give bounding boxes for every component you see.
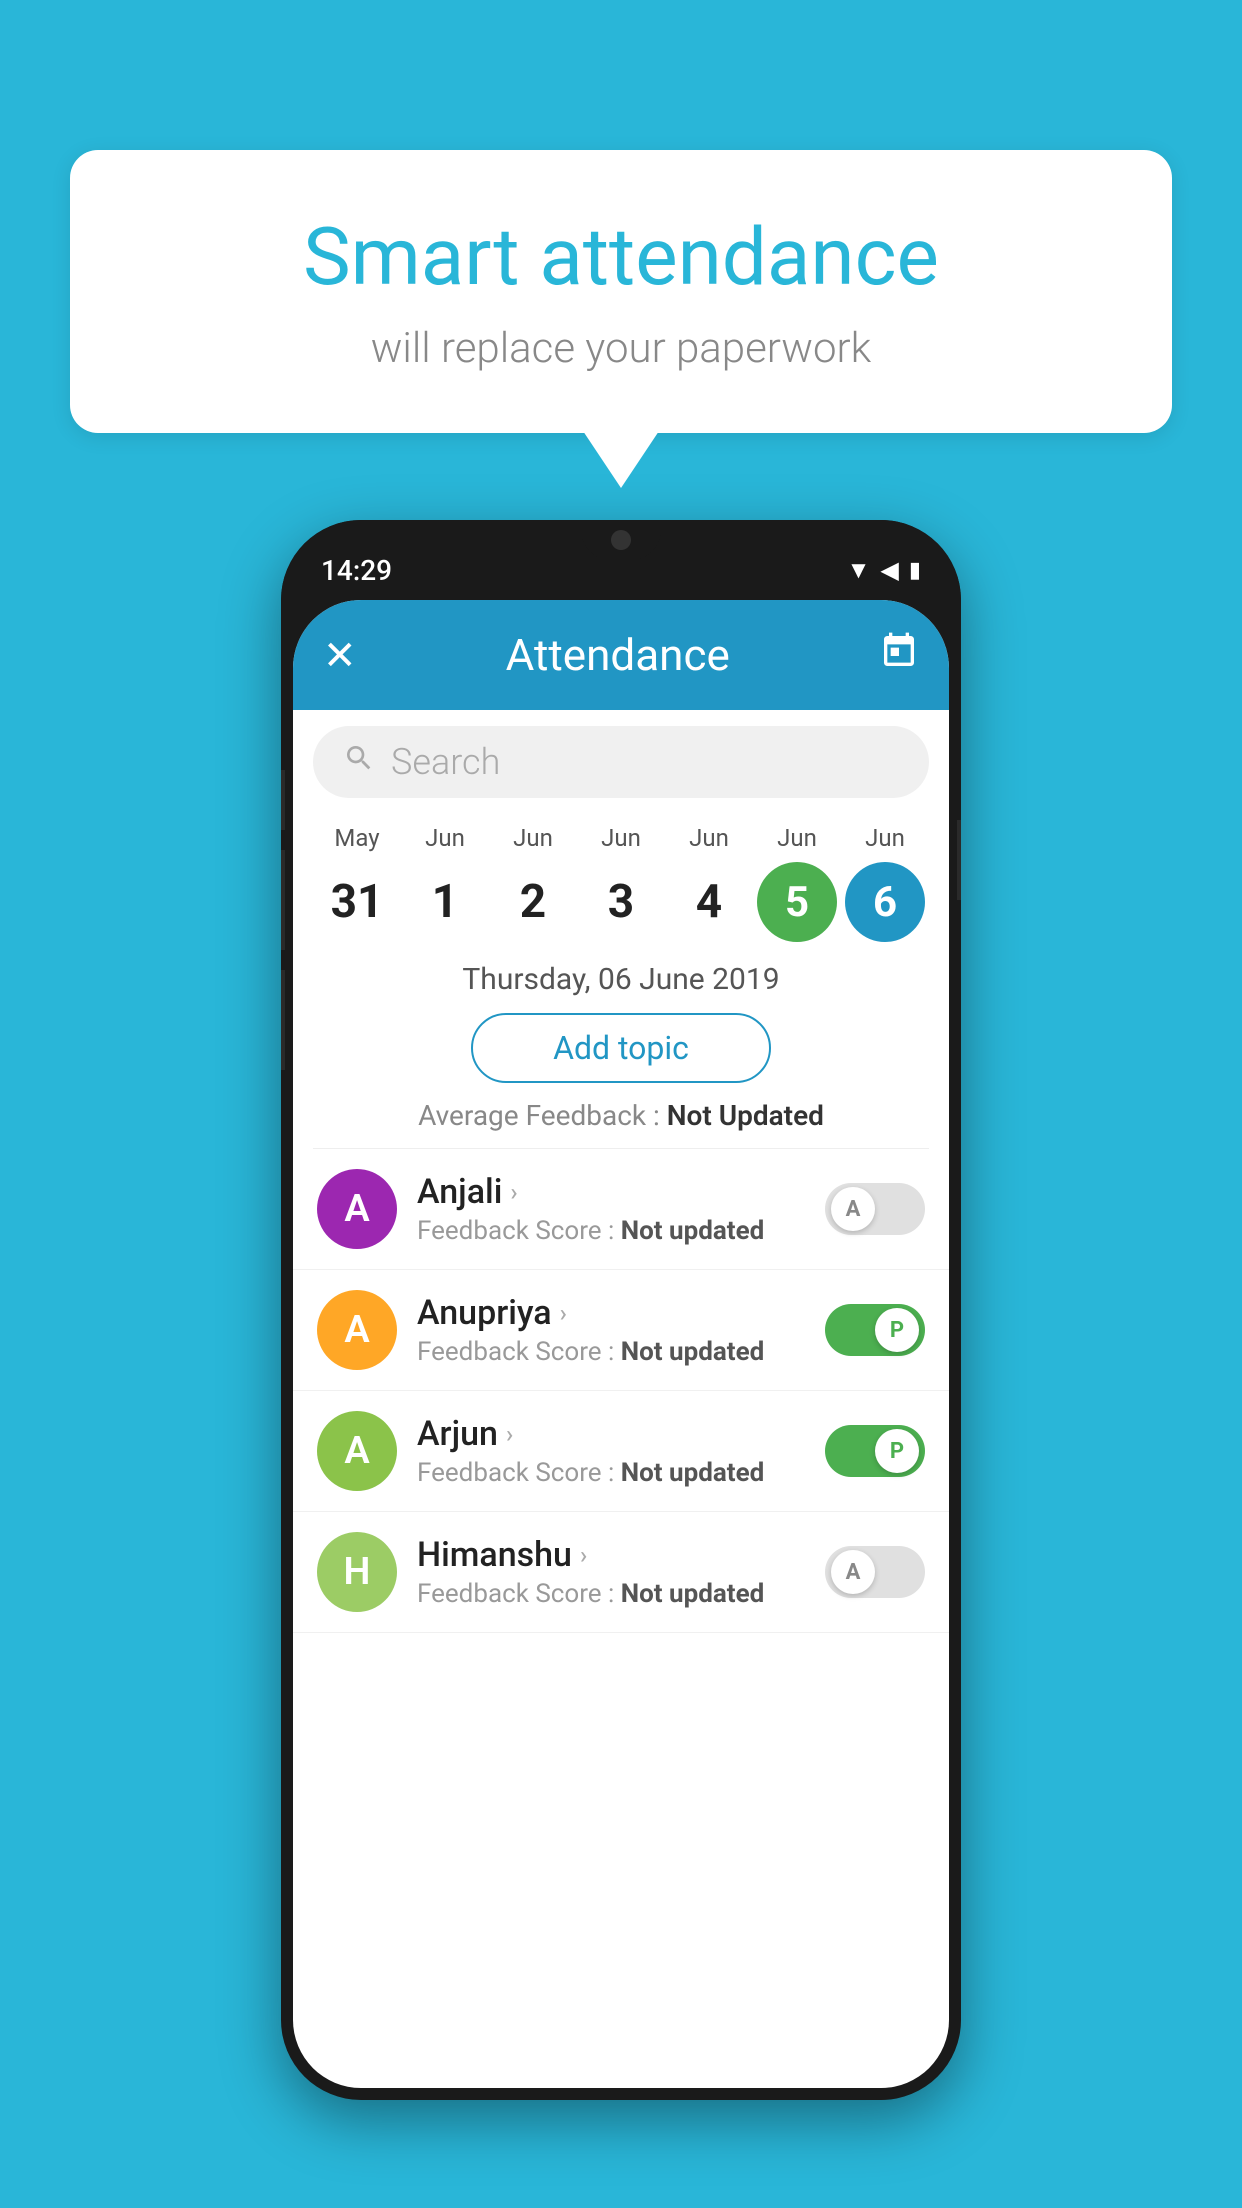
bubble-subtitle: will replace your paperwork bbox=[150, 324, 1092, 373]
student-name-1: Anupriya › bbox=[417, 1293, 805, 1333]
battery-icon: ▮ bbox=[909, 558, 921, 583]
student-item-1[interactable]: A Anupriya › Feedback Score : Not updated P bbox=[293, 1270, 949, 1391]
student-feedback-1: Feedback Score : Not updated bbox=[417, 1337, 805, 1367]
chevron-icon: › bbox=[580, 1541, 587, 1569]
student-avatar-0: A bbox=[317, 1169, 397, 1249]
speech-bubble: Smart attendance will replace your paper… bbox=[70, 150, 1172, 433]
search-placeholder: Search bbox=[391, 741, 500, 783]
attendance-toggle-3[interactable]: A bbox=[825, 1546, 925, 1598]
student-name-2: Arjun › bbox=[417, 1414, 805, 1454]
student-list: AAnjali ›Feedback Score : Not updatedAAA… bbox=[293, 1149, 949, 1633]
student-name-3: Himanshu › bbox=[417, 1535, 805, 1575]
attendance-toggle-1[interactable]: P bbox=[825, 1304, 925, 1356]
student-feedback-3: Feedback Score : Not updated bbox=[417, 1579, 805, 1609]
selected-date-label: Thursday, 06 June 2019 bbox=[293, 952, 949, 1013]
signal-icon: ◀ bbox=[880, 556, 898, 584]
phone-volume-up-button bbox=[281, 850, 285, 950]
student-item-0[interactable]: A Anjali › Feedback Score : Not updated A bbox=[293, 1149, 949, 1270]
avg-feedback-label: Average Feedback : bbox=[418, 1099, 667, 1132]
calendar-day-2[interactable]: Jun2 bbox=[493, 824, 573, 942]
speech-bubble-container: Smart attendance will replace your paper… bbox=[70, 150, 1172, 433]
add-topic-button[interactable]: Add topic bbox=[471, 1013, 771, 1083]
student-name-0: Anjali › bbox=[417, 1172, 805, 1212]
calendar-day-6[interactable]: Jun6 bbox=[845, 824, 925, 942]
chevron-icon: › bbox=[510, 1178, 517, 1206]
status-time: 14:29 bbox=[321, 554, 392, 587]
calendar-strip: May31Jun1Jun2Jun3Jun4Jun5Jun6 bbox=[293, 814, 949, 952]
chevron-icon: › bbox=[560, 1299, 567, 1327]
app-header: ✕ Attendance bbox=[293, 600, 949, 710]
search-bar[interactable]: Search bbox=[313, 726, 929, 798]
calendar-day-3[interactable]: Jun3 bbox=[581, 824, 661, 942]
phone-mute-button bbox=[281, 770, 285, 830]
wifi-icon: ▼ bbox=[847, 556, 871, 585]
calendar-day-0[interactable]: May31 bbox=[317, 824, 397, 942]
calendar-day-4[interactable]: Jun4 bbox=[669, 824, 749, 942]
student-feedback-2: Feedback Score : Not updated bbox=[417, 1458, 805, 1488]
phone-frame: 14:29 ▼ ◀ ▮ ✕ Attendance bbox=[281, 520, 961, 2100]
calendar-button[interactable] bbox=[879, 631, 919, 680]
calendar-day-1[interactable]: Jun1 bbox=[405, 824, 485, 942]
student-avatar-1: A bbox=[317, 1290, 397, 1370]
status-icons: ▼ ◀ ▮ bbox=[847, 556, 921, 585]
attendance-toggle-2[interactable]: P bbox=[825, 1425, 925, 1477]
student-avatar-3: H bbox=[317, 1532, 397, 1612]
phone-notch bbox=[581, 520, 661, 560]
front-camera bbox=[611, 530, 631, 550]
avg-feedback-value: Not Updated bbox=[667, 1099, 824, 1132]
student-item-3[interactable]: H Himanshu › Feedback Score : Not updated A bbox=[293, 1512, 949, 1633]
header-title: Attendance bbox=[506, 629, 730, 681]
attendance-toggle-0[interactable]: A bbox=[825, 1183, 925, 1235]
student-avatar-2: A bbox=[317, 1411, 397, 1491]
avg-feedback: Average Feedback : Not Updated bbox=[293, 1099, 949, 1148]
student-item-2[interactable]: A Arjun › Feedback Score : Not updated P bbox=[293, 1391, 949, 1512]
chevron-icon: › bbox=[506, 1420, 513, 1448]
student-feedback-0: Feedback Score : Not updated bbox=[417, 1216, 805, 1246]
calendar-day-5[interactable]: Jun5 bbox=[757, 824, 837, 942]
search-icon bbox=[343, 742, 375, 782]
phone-volume-down-button bbox=[281, 970, 285, 1070]
status-bar: 14:29 ▼ ◀ ▮ bbox=[281, 520, 961, 600]
bubble-title: Smart attendance bbox=[150, 210, 1092, 304]
phone-screen: ✕ Attendance Search May31Jun1Jun2Jun3Jun… bbox=[293, 600, 949, 2088]
close-button[interactable]: ✕ bbox=[323, 632, 357, 679]
phone-power-button bbox=[957, 820, 961, 900]
